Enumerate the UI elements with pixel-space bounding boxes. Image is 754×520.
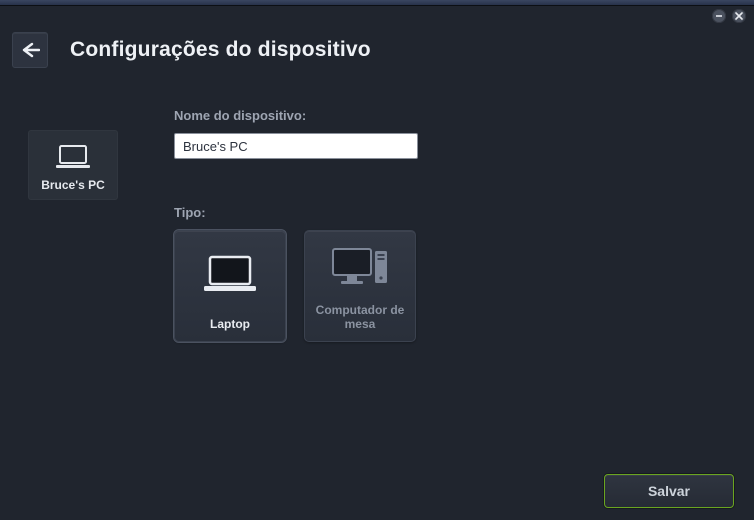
device-type-laptop[interactable]: Laptop	[174, 230, 286, 342]
sidebar: Bruce's PC	[28, 108, 134, 448]
device-name-input[interactable]	[174, 133, 418, 159]
device-type-label: Tipo:	[174, 205, 734, 220]
main-panel: Nome do dispositivo: Tipo: Laptop	[134, 108, 734, 448]
arrow-left-icon	[20, 42, 40, 58]
header: Configurações do dispositivo	[0, 6, 754, 78]
device-type-options: Laptop Computador	[174, 230, 734, 342]
sidebar-device-card[interactable]: Bruce's PC	[28, 130, 118, 200]
minimize-button[interactable]	[712, 9, 726, 23]
device-type-laptop-label: Laptop	[210, 317, 250, 331]
content: Bruce's PC Nome do dispositivo: Tipo: La…	[0, 78, 754, 448]
footer: Salvar	[0, 462, 754, 520]
laptop-icon	[52, 144, 94, 172]
desktop-icon	[327, 245, 393, 291]
sidebar-device-label: Bruce's PC	[41, 178, 105, 192]
window-controls	[712, 9, 746, 23]
page-title: Configurações do dispositivo	[70, 38, 371, 62]
device-type-desktop[interactable]: Computador de mesa	[304, 230, 416, 342]
device-name-label: Nome do dispositivo:	[174, 108, 734, 123]
save-button-label: Salvar	[648, 483, 690, 499]
close-button[interactable]	[732, 9, 746, 23]
save-button[interactable]: Salvar	[604, 474, 734, 508]
device-type-desktop-label: Computador de mesa	[311, 303, 409, 331]
back-button[interactable]	[12, 32, 48, 68]
laptop-icon	[198, 253, 262, 297]
